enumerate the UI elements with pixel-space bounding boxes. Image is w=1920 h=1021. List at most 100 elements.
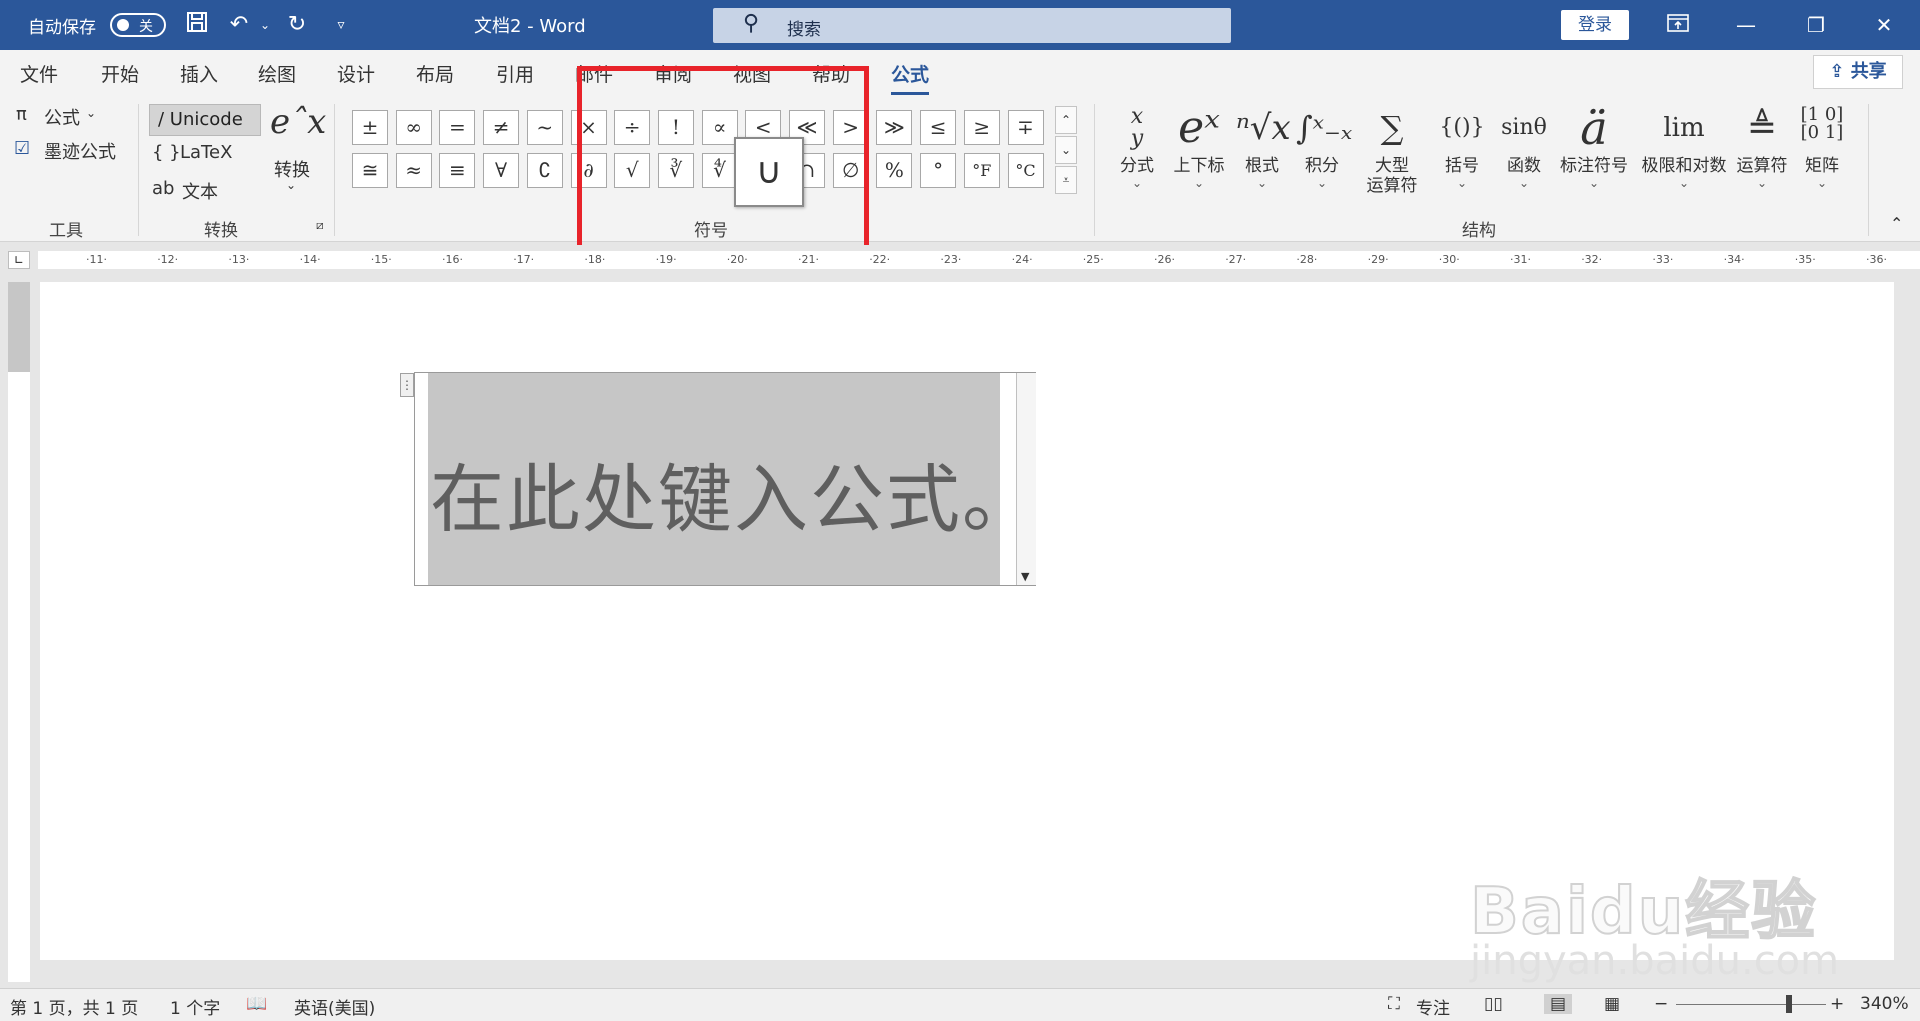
tab-equation[interactable]: 公式 xyxy=(891,60,930,95)
tab-draw[interactable]: 绘图 xyxy=(258,60,296,87)
collapse-ribbon-icon[interactable]: ⌃ xyxy=(1890,214,1903,233)
accent-button[interactable]: ä 标注符号 ⌄ xyxy=(1556,100,1632,190)
matrix-button[interactable]: [1 0] [0 1] 矩阵 ⌄ xyxy=(1796,100,1848,191)
tab-insert[interactable]: 插入 xyxy=(180,60,218,87)
text-button[interactable]: 文本 xyxy=(182,178,218,204)
search-box[interactable]: ⚲ 搜索 xyxy=(713,8,1231,43)
latex-button[interactable]: LaTeX xyxy=(180,142,232,163)
restore-icon[interactable]: ❐ xyxy=(1796,10,1836,40)
ruler-strip: ·11· ·12· ·13· ·14· ·15· ·16· ·17· ·18· ·19· ·20·… xyxy=(38,251,1920,269)
chevron-down-icon: ⌄ xyxy=(1678,176,1690,190)
symbols-scroll-up-icon[interactable]: ⌃ xyxy=(1055,106,1077,134)
ink-formula-button[interactable]: 墨迹公式 xyxy=(44,138,116,164)
ab-icon: ab xyxy=(152,178,175,199)
symbol-button[interactable]: ∓ xyxy=(1007,110,1044,145)
zoom-slider[interactable] xyxy=(1676,1004,1826,1005)
symbol-button[interactable]: ≤ xyxy=(920,110,957,145)
symbol-button[interactable]: ≈ xyxy=(395,153,432,188)
radical-button[interactable]: ⁿ√x 根式 ⌄ xyxy=(1236,100,1291,190)
symbol-button[interactable]: ≡ xyxy=(439,153,476,188)
read-mode-icon[interactable]: ▯▯ xyxy=(1484,994,1503,1014)
tab-selector-icon[interactable]: ∟ xyxy=(8,251,30,269)
login-button[interactable]: 登录 xyxy=(1561,10,1629,40)
integral-button[interactable]: ∫ˣ₋ₓ 积分 ⌄ xyxy=(1296,100,1352,190)
equation-placeholder[interactable]: 在此处键入公式。 xyxy=(430,440,1038,547)
ruler-tick-label: ·11· xyxy=(86,253,107,266)
equation-options-dropdown[interactable]: ▼ xyxy=(1016,373,1036,585)
pi-icon: π xyxy=(16,104,27,125)
vertical-ruler[interactable] xyxy=(8,282,30,982)
autosave-state: 关 xyxy=(139,19,153,35)
focus-icon: ⛶ xyxy=(1388,994,1400,1014)
zoom-level[interactable]: 340% xyxy=(1860,994,1909,1014)
ribbon-display-options-icon[interactable] xyxy=(1658,10,1698,40)
tab-file[interactable]: 文件 xyxy=(20,60,58,87)
symbol-button[interactable]: % xyxy=(876,153,913,188)
equation-handle-icon[interactable]: ⋮ xyxy=(400,373,414,397)
redo-icon[interactable]: ↻ xyxy=(282,10,312,40)
symbol-button[interactable]: ≅ xyxy=(352,153,388,188)
autosave-label: 自动保存 xyxy=(28,18,96,38)
tab-home[interactable]: 开始 xyxy=(101,60,139,87)
zoom-in-icon[interactable]: + xyxy=(1830,994,1844,1014)
focus-button[interactable]: 专注 xyxy=(1416,994,1450,1019)
language[interactable]: 英语(美国) xyxy=(294,994,375,1019)
dialog-launcher-icon[interactable]: ⧄ xyxy=(316,218,324,233)
script-button[interactable]: eˣ 上下标 ⌄ xyxy=(1168,100,1230,190)
share-button[interactable]: ⇪ 共享 xyxy=(1813,55,1903,89)
ribbon: π 公式 ⌄ ☑ 墨迹公式 工具 / Unicode { } LaTeX ab … xyxy=(0,96,1920,242)
ruler-tick-label: ·36· xyxy=(1866,253,1887,266)
zoom-slider-thumb[interactable] xyxy=(1786,995,1792,1013)
tab-layout[interactable]: 布局 xyxy=(416,60,454,87)
symbols-scroll-down-icon[interactable]: ⌄ xyxy=(1055,136,1077,164)
large-operator-button[interactable]: ∑ 大型 运算符 xyxy=(1354,100,1430,196)
word-count[interactable]: 1 个字 xyxy=(170,994,220,1019)
symbol-button[interactable]: °C xyxy=(1007,153,1044,188)
unicode-button[interactable]: / Unicode xyxy=(149,104,261,136)
operator-button[interactable]: ≜ 运算符 ⌄ xyxy=(1734,100,1790,190)
horizontal-ruler[interactable]: ∟ ·11· ·12· ·13· ·14· ·15· ·16· ·17· ·18· ·19· ·2… xyxy=(0,245,1920,275)
symbols-more-icon[interactable]: ⩡ xyxy=(1055,166,1077,194)
symbol-button[interactable]: ~ xyxy=(526,110,563,145)
symbol-button[interactable]: ° xyxy=(920,153,957,188)
ruler-tick-label: ·15· xyxy=(370,253,392,266)
tab-references[interactable]: 引用 xyxy=(496,60,534,87)
zoom-out-icon[interactable]: − xyxy=(1654,994,1668,1014)
fraction-button[interactable]: xy 分式 ⌄ xyxy=(1112,100,1162,191)
radical-icon: ⁿ√x xyxy=(1236,108,1291,148)
ruler-tick-label: ·31· xyxy=(1510,253,1531,266)
print-layout-icon[interactable]: ▤ xyxy=(1544,994,1573,1014)
customize-toolbar-icon[interactable]: ▿ xyxy=(326,10,356,40)
ruler-tick-label: ·32· xyxy=(1581,253,1603,266)
formula-button[interactable]: 公式 xyxy=(44,104,80,130)
symbol-button[interactable]: ± xyxy=(352,110,388,145)
convert-dropdown-icon[interactable]: ⌄ xyxy=(286,178,296,192)
web-layout-icon[interactable]: ▦ xyxy=(1604,994,1620,1014)
tab-design[interactable]: 设计 xyxy=(337,60,375,87)
limit-log-button[interactable]: lim 极限和对数 ⌄ xyxy=(1636,100,1732,190)
symbol-button[interactable]: °F xyxy=(963,153,1000,188)
symbol-button[interactable]: ≠ xyxy=(483,110,520,145)
chevron-down-icon: ▼ xyxy=(1021,570,1030,583)
bracket-button[interactable]: {()} 括号 ⌄ xyxy=(1436,100,1488,190)
symbol-button[interactable]: ≫ xyxy=(876,110,913,145)
close-icon[interactable]: ✕ xyxy=(1864,10,1904,40)
autosave-toggle[interactable]: 关 xyxy=(110,13,166,37)
symbol-button[interactable]: ∁ xyxy=(526,153,563,188)
minimize-icon[interactable]: — xyxy=(1726,10,1766,40)
watermark-sub: jingyan.baidu.com xyxy=(1470,938,1840,984)
proofing-icon[interactable]: 📖 xyxy=(246,994,267,1014)
save-icon[interactable] xyxy=(182,10,212,40)
group-separator xyxy=(334,104,335,236)
undo-dropdown-icon[interactable]: ⌄ xyxy=(250,10,280,40)
function-button[interactable]: sinθ 函数 ⌄ xyxy=(1496,100,1552,190)
ruler-tick-label: ·34· xyxy=(1723,253,1745,266)
symbol-button[interactable]: ∀ xyxy=(483,153,520,188)
symbol-button[interactable]: ∞ xyxy=(395,110,432,145)
symbol-button[interactable]: = xyxy=(439,110,476,145)
group-separator xyxy=(1094,104,1095,236)
symbol-button[interactable]: ≥ xyxy=(963,110,1000,145)
formula-dropdown-icon[interactable]: ⌄ xyxy=(86,106,96,120)
page-info[interactable]: 第 1 页，共 1 页 xyxy=(10,994,138,1019)
chevron-down-icon: ⌄ xyxy=(1193,176,1205,190)
